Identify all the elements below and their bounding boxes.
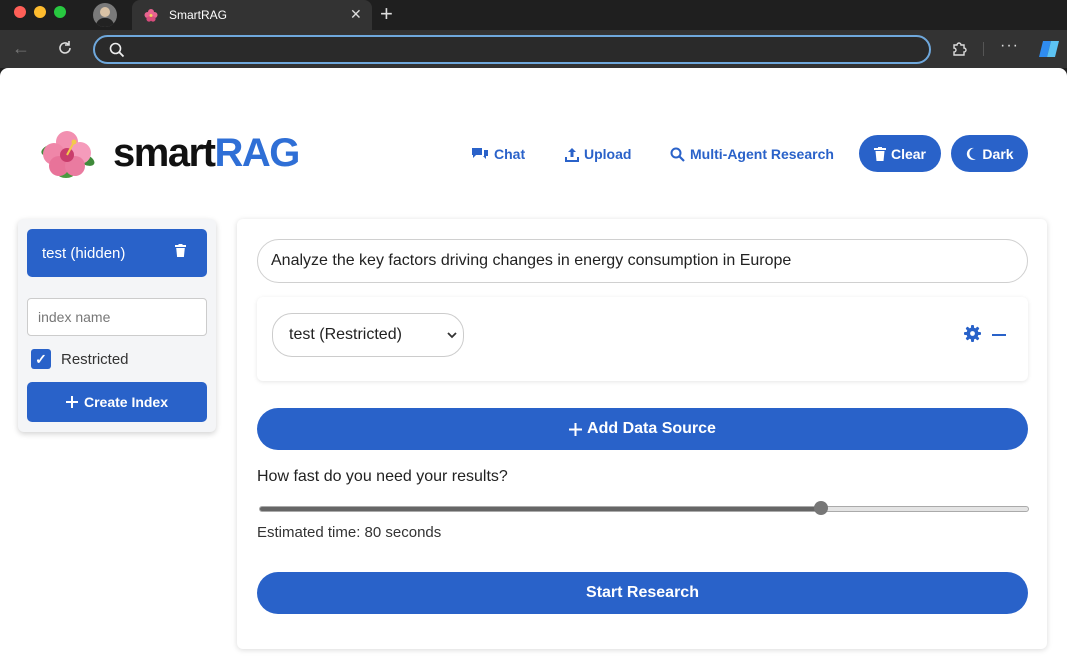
reload-icon[interactable] [55, 38, 75, 58]
back-arrow-icon[interactable]: ← [12, 38, 30, 59]
speed-slider[interactable] [259, 501, 1029, 515]
chevron-down-icon [447, 332, 457, 339]
extensions-puzzle-icon[interactable] [950, 40, 968, 58]
start-research-button[interactable]: Start Research [257, 572, 1028, 614]
index-item[interactable]: test (hidden) [27, 229, 207, 277]
hibiscus-favicon-icon [144, 9, 158, 22]
plus-icon [65, 396, 78, 408]
hibiscus-logo-icon [41, 131, 95, 178]
toolbar-divider [983, 42, 984, 56]
research-query-input[interactable] [257, 239, 1028, 283]
dark-button-label: Dark [982, 145, 1014, 162]
create-index-label: Create Index [83, 394, 169, 410]
more-options-icon[interactable]: ··· [1000, 37, 1019, 55]
speed-question-label: How fast do you need your results? [257, 468, 508, 485]
estimated-time-text: Estimated time: 80 seconds [257, 524, 442, 541]
data-source-selected: test (Restricted) [289, 326, 402, 343]
close-window-button[interactable] [14, 6, 26, 18]
browser-tab-smartrag[interactable]: SmartRAG ✕ [132, 0, 372, 30]
create-index-button[interactable]: Create Index [27, 382, 207, 422]
magnifier-icon [670, 147, 685, 162]
gear-icon[interactable] [964, 325, 981, 342]
dark-mode-button[interactable]: Dark [951, 135, 1028, 172]
nav-upload-link[interactable]: Upload [565, 144, 631, 164]
data-source-select[interactable]: test (Restricted) [272, 313, 464, 357]
browser-tab-bar: SmartRAG ✕ + [0, 0, 1067, 30]
clear-button[interactable]: Clear [859, 135, 941, 172]
nav-chat-link[interactable]: Chat [471, 144, 525, 164]
app-logo-text: smartRAG [113, 130, 300, 176]
trash-icon [873, 146, 886, 161]
browser-toolbar: ← ··· [0, 30, 1067, 68]
index-item-label: test (hidden) [42, 245, 126, 262]
upload-icon [565, 147, 579, 162]
close-tab-icon[interactable]: ✕ [350, 5, 362, 23]
add-data-source-label: Add Data Source [587, 420, 716, 437]
logo-smart-text: smart [113, 131, 216, 175]
restricted-checkbox[interactable]: ✓ [31, 349, 51, 369]
add-data-source-button[interactable]: Add Data Source [257, 408, 1028, 450]
search-icon [109, 42, 125, 58]
nav-research-link[interactable]: Multi-Agent Research [670, 144, 834, 164]
remove-source-minus-icon[interactable] [992, 334, 1006, 336]
nav-chat-label: Chat [494, 146, 526, 162]
nav-upload-label: Upload [584, 146, 632, 162]
clear-button-label: Clear [890, 145, 927, 162]
address-bar[interactable] [93, 35, 931, 64]
speed-slider-fill [260, 507, 821, 511]
research-card: test (Restricted) [237, 219, 1047, 649]
tab-title: SmartRAG [169, 8, 228, 22]
profile-avatar[interactable] [93, 3, 117, 27]
index-sidebar: test (hidden) ✓ Restricted Create Index [18, 219, 216, 432]
index-name-input[interactable] [27, 298, 207, 336]
plus-icon [569, 422, 583, 436]
page: smartRAG Chat Upload Multi-Agent Researc… [0, 68, 1067, 671]
delete-index-icon[interactable] [175, 244, 186, 257]
moon-icon [967, 147, 977, 160]
logo-rag-text: RAG [214, 131, 300, 175]
chat-bubbles-icon [472, 148, 488, 159]
minimize-window-button[interactable] [34, 6, 46, 18]
new-tab-button[interactable]: + [380, 2, 393, 26]
maximize-window-button[interactable] [54, 6, 66, 18]
copilot-icon[interactable] [1038, 38, 1060, 60]
speed-slider-thumb[interactable] [813, 501, 828, 515]
address-input[interactable] [135, 41, 905, 58]
nav-research-label: Multi-Agent Research [690, 146, 834, 162]
restricted-label: Restricted [61, 351, 129, 368]
data-source-card: test (Restricted) [257, 297, 1028, 381]
